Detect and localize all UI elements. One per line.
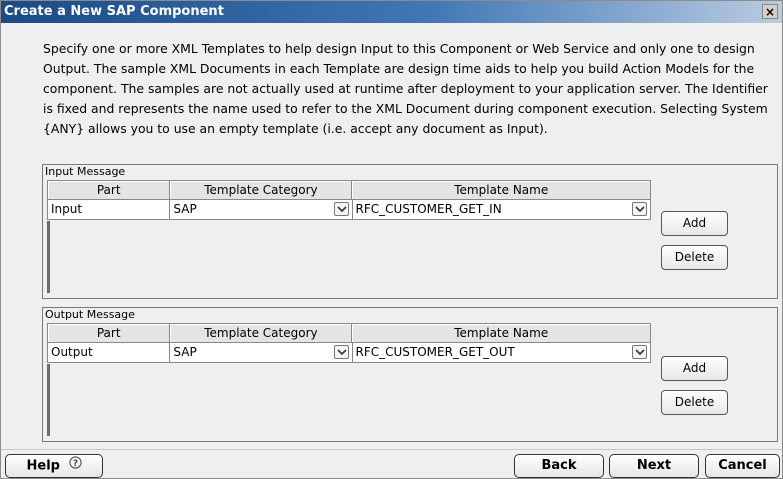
template-category-select[interactable]: SAP bbox=[170, 200, 353, 220]
help-label: Help bbox=[26, 458, 60, 474]
question-circle-icon: ? bbox=[68, 455, 82, 477]
table-scroll-edge bbox=[47, 221, 50, 293]
template-name-select[interactable]: RFC_CUSTOMER_GET_IN bbox=[352, 200, 651, 220]
footer-divider bbox=[1, 449, 782, 450]
output-message-table: Part Template Category Template Name Out… bbox=[47, 323, 651, 363]
column-header-template-category[interactable]: Template Category bbox=[170, 181, 353, 200]
dialog-title: Create a New SAP Component bbox=[1, 1, 782, 23]
table-row: Input SAP RFC_CUSTOMER_GET_IN bbox=[48, 200, 651, 220]
part-cell[interactable]: Output bbox=[48, 343, 171, 363]
chevron-down-icon[interactable] bbox=[632, 345, 647, 359]
chevron-down-icon[interactable] bbox=[632, 202, 647, 216]
chevron-down-icon[interactable] bbox=[333, 202, 349, 216]
close-button[interactable]: × bbox=[762, 4, 778, 19]
table-header: Part Template Category Template Name bbox=[48, 181, 651, 200]
create-sap-component-dialog: Create a New SAP Component × Specify one… bbox=[0, 0, 783, 479]
chevron-down-icon[interactable] bbox=[333, 345, 349, 359]
table-row: Output SAP RFC_CUSTOMER_GET_OUT bbox=[48, 343, 651, 363]
back-button[interactable]: Back bbox=[514, 454, 604, 478]
next-button[interactable]: Next bbox=[609, 454, 699, 478]
template-name-value: RFC_CUSTOMER_GET_OUT bbox=[355, 345, 515, 359]
help-button[interactable]: Help ? bbox=[5, 454, 103, 478]
output-add-button[interactable]: Add bbox=[661, 356, 728, 381]
table-header: Part Template Category Template Name bbox=[48, 324, 651, 343]
part-cell[interactable]: Input bbox=[48, 200, 171, 220]
output-message-group: Output Message Part Template Category Te… bbox=[42, 307, 778, 442]
input-message-label: Input Message bbox=[45, 165, 126, 178]
template-name-select[interactable]: RFC_CUSTOMER_GET_OUT bbox=[352, 343, 651, 363]
template-category-select[interactable]: SAP bbox=[170, 343, 353, 363]
column-header-template-category[interactable]: Template Category bbox=[170, 324, 353, 343]
input-delete-button[interactable]: Delete bbox=[661, 245, 728, 270]
column-header-template-name[interactable]: Template Name bbox=[352, 181, 651, 200]
table-scroll-edge bbox=[47, 364, 50, 436]
input-message-table: Part Template Category Template Name Inp… bbox=[47, 180, 651, 220]
svg-text:?: ? bbox=[72, 459, 77, 469]
column-header-part[interactable]: Part bbox=[48, 181, 171, 200]
output-delete-button[interactable]: Delete bbox=[661, 390, 728, 415]
template-category-value: SAP bbox=[173, 202, 197, 216]
column-header-template-name[interactable]: Template Name bbox=[352, 324, 651, 343]
input-message-group: Input Message Part Template Category Tem… bbox=[42, 164, 778, 299]
template-category-value: SAP bbox=[173, 345, 197, 359]
cancel-button[interactable]: Cancel bbox=[705, 454, 780, 478]
instructions-text: Specify one or more XML Templates to hel… bbox=[43, 41, 768, 136]
template-name-value: RFC_CUSTOMER_GET_IN bbox=[355, 202, 502, 216]
column-header-part[interactable]: Part bbox=[48, 324, 171, 343]
output-message-label: Output Message bbox=[45, 308, 135, 321]
input-add-button[interactable]: Add bbox=[661, 211, 728, 236]
